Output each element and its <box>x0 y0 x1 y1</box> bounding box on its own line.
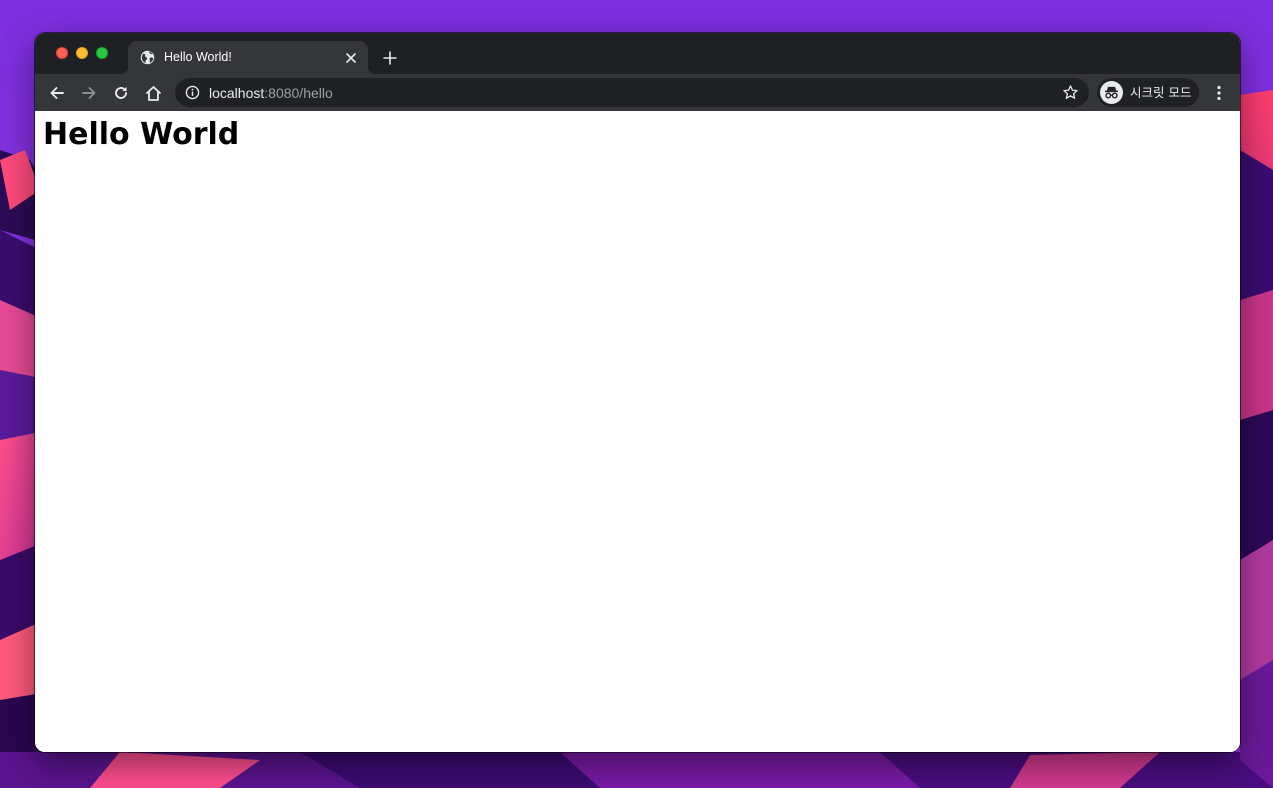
tab-title: Hello World! <box>164 50 232 64</box>
kebab-menu-icon[interactable] <box>1207 81 1231 105</box>
address-bar[interactable]: localhost:8080/hello <box>175 78 1089 107</box>
minimize-window-button[interactable] <box>76 47 88 59</box>
plus-icon[interactable] <box>380 48 400 68</box>
reload-icon[interactable] <box>109 81 133 105</box>
arrow-right-icon[interactable] <box>77 81 101 105</box>
info-icon[interactable] <box>185 85 200 100</box>
close-window-button[interactable] <box>56 47 68 59</box>
url-path: :8080/hello <box>264 85 333 101</box>
tab-hello-world[interactable]: Hello World! <box>120 41 376 74</box>
browser-window: Hello World! localhost:8080/hello 시크릿 모드… <box>35 33 1240 752</box>
browser-toolbar: localhost:8080/hello 시크릿 모드 <box>35 74 1240 111</box>
maximize-window-button[interactable] <box>96 47 108 59</box>
incognito-profile-button[interactable]: 시크릿 모드 <box>1097 78 1199 107</box>
star-icon[interactable] <box>1062 84 1079 101</box>
page-heading: Hello World <box>43 117 240 152</box>
incognito-icon <box>1100 81 1123 104</box>
close-icon[interactable] <box>343 50 359 66</box>
url-text: localhost:8080/hello <box>209 85 333 101</box>
home-icon[interactable] <box>141 81 165 105</box>
page-content: Hello World <box>35 111 1240 752</box>
url-host: localhost <box>209 85 265 101</box>
arrow-left-icon[interactable] <box>45 81 69 105</box>
globe-icon <box>140 50 155 65</box>
tab-strip: Hello World! <box>35 33 1240 74</box>
incognito-label: 시크릿 모드 <box>1130 85 1192 100</box>
